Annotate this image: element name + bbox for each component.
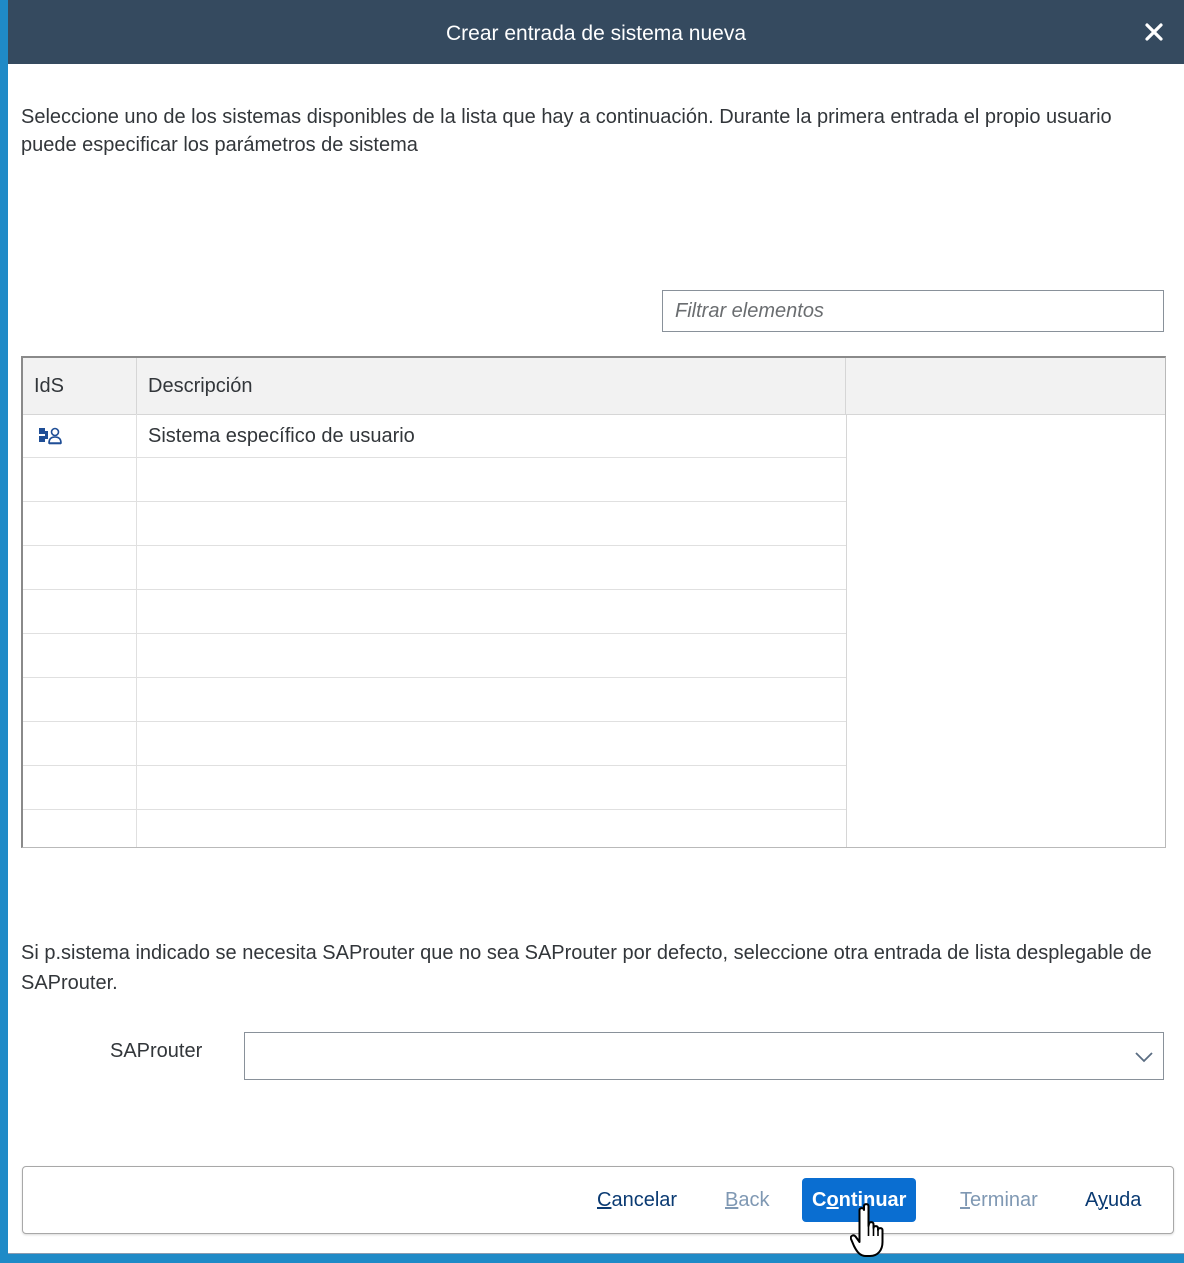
row-ids-cell (23, 458, 137, 501)
row-ids-cell (23, 678, 137, 721)
systems-table: IdS Descripción Sistema específico de us… (21, 356, 1166, 848)
row-description-cell (137, 722, 846, 765)
filter-input[interactable] (662, 290, 1164, 332)
row-description-cell (137, 502, 846, 545)
row-description-cell (137, 546, 846, 589)
table-row (23, 678, 846, 722)
row-ids-cell (23, 590, 137, 633)
table-row (23, 590, 846, 634)
close-icon (1145, 23, 1163, 41)
row-description-cell (137, 634, 846, 677)
close-button[interactable] (1134, 12, 1174, 52)
table-row (23, 766, 846, 810)
row-description-cell (137, 810, 846, 847)
row-ids-cell (23, 766, 137, 809)
table-row (23, 458, 846, 502)
intro-text: Seleccione uno de los sistemas disponibl… (21, 106, 1112, 156)
row-ids-cell (23, 414, 137, 457)
row-ids-cell (23, 634, 137, 677)
column-header-ids[interactable]: IdS (23, 358, 137, 414)
dialog-titlebar: Crear entrada de sistema nueva (8, 0, 1184, 64)
row-ids-cell (23, 722, 137, 765)
row-description-cell (137, 590, 846, 633)
row-description-cell (137, 766, 846, 809)
table-row (23, 810, 846, 847)
dialog-footer: Cancelar Back Continuar Terminar Ayuda (22, 1166, 1174, 1234)
chevron-down-icon (1135, 1052, 1153, 1063)
column-header-empty (846, 358, 1165, 414)
saprouter-note: Si p.sistema indicado se necesita SAProu… (21, 942, 1152, 994)
saprouter-label: SAProuter (110, 1040, 203, 1062)
dialog-title: Crear entrada de sistema nueva (446, 22, 746, 45)
saprouter-select[interactable] (244, 1032, 1164, 1080)
cancel-button[interactable]: Cancelar (597, 1179, 677, 1221)
column-header-description[interactable]: Descripción (137, 358, 846, 414)
table-header: IdS Descripción (23, 358, 1165, 415)
row-description-cell (137, 458, 846, 501)
row-ids-cell (23, 546, 137, 589)
user-system-icon (39, 427, 62, 445)
create-system-entry-dialog: Crear entrada de sistema nueva Seleccion… (8, 0, 1184, 1254)
table-row[interactable]: Sistema específico de usuario (23, 414, 846, 458)
row-description-cell: Sistema específico de usuario (148, 425, 415, 447)
table-row (23, 502, 846, 546)
row-ids-cell (23, 810, 137, 847)
finish-button[interactable]: Terminar (960, 1179, 1038, 1221)
table-row (23, 546, 846, 590)
table-row (23, 634, 846, 678)
table-empty-column (846, 414, 1165, 847)
table-row (23, 722, 846, 766)
continue-button[interactable]: Continuar (802, 1178, 917, 1222)
row-description-cell (137, 678, 846, 721)
row-ids-cell (23, 502, 137, 545)
back-button[interactable]: Back (725, 1179, 769, 1221)
help-button[interactable]: Ayuda (1085, 1179, 1141, 1221)
